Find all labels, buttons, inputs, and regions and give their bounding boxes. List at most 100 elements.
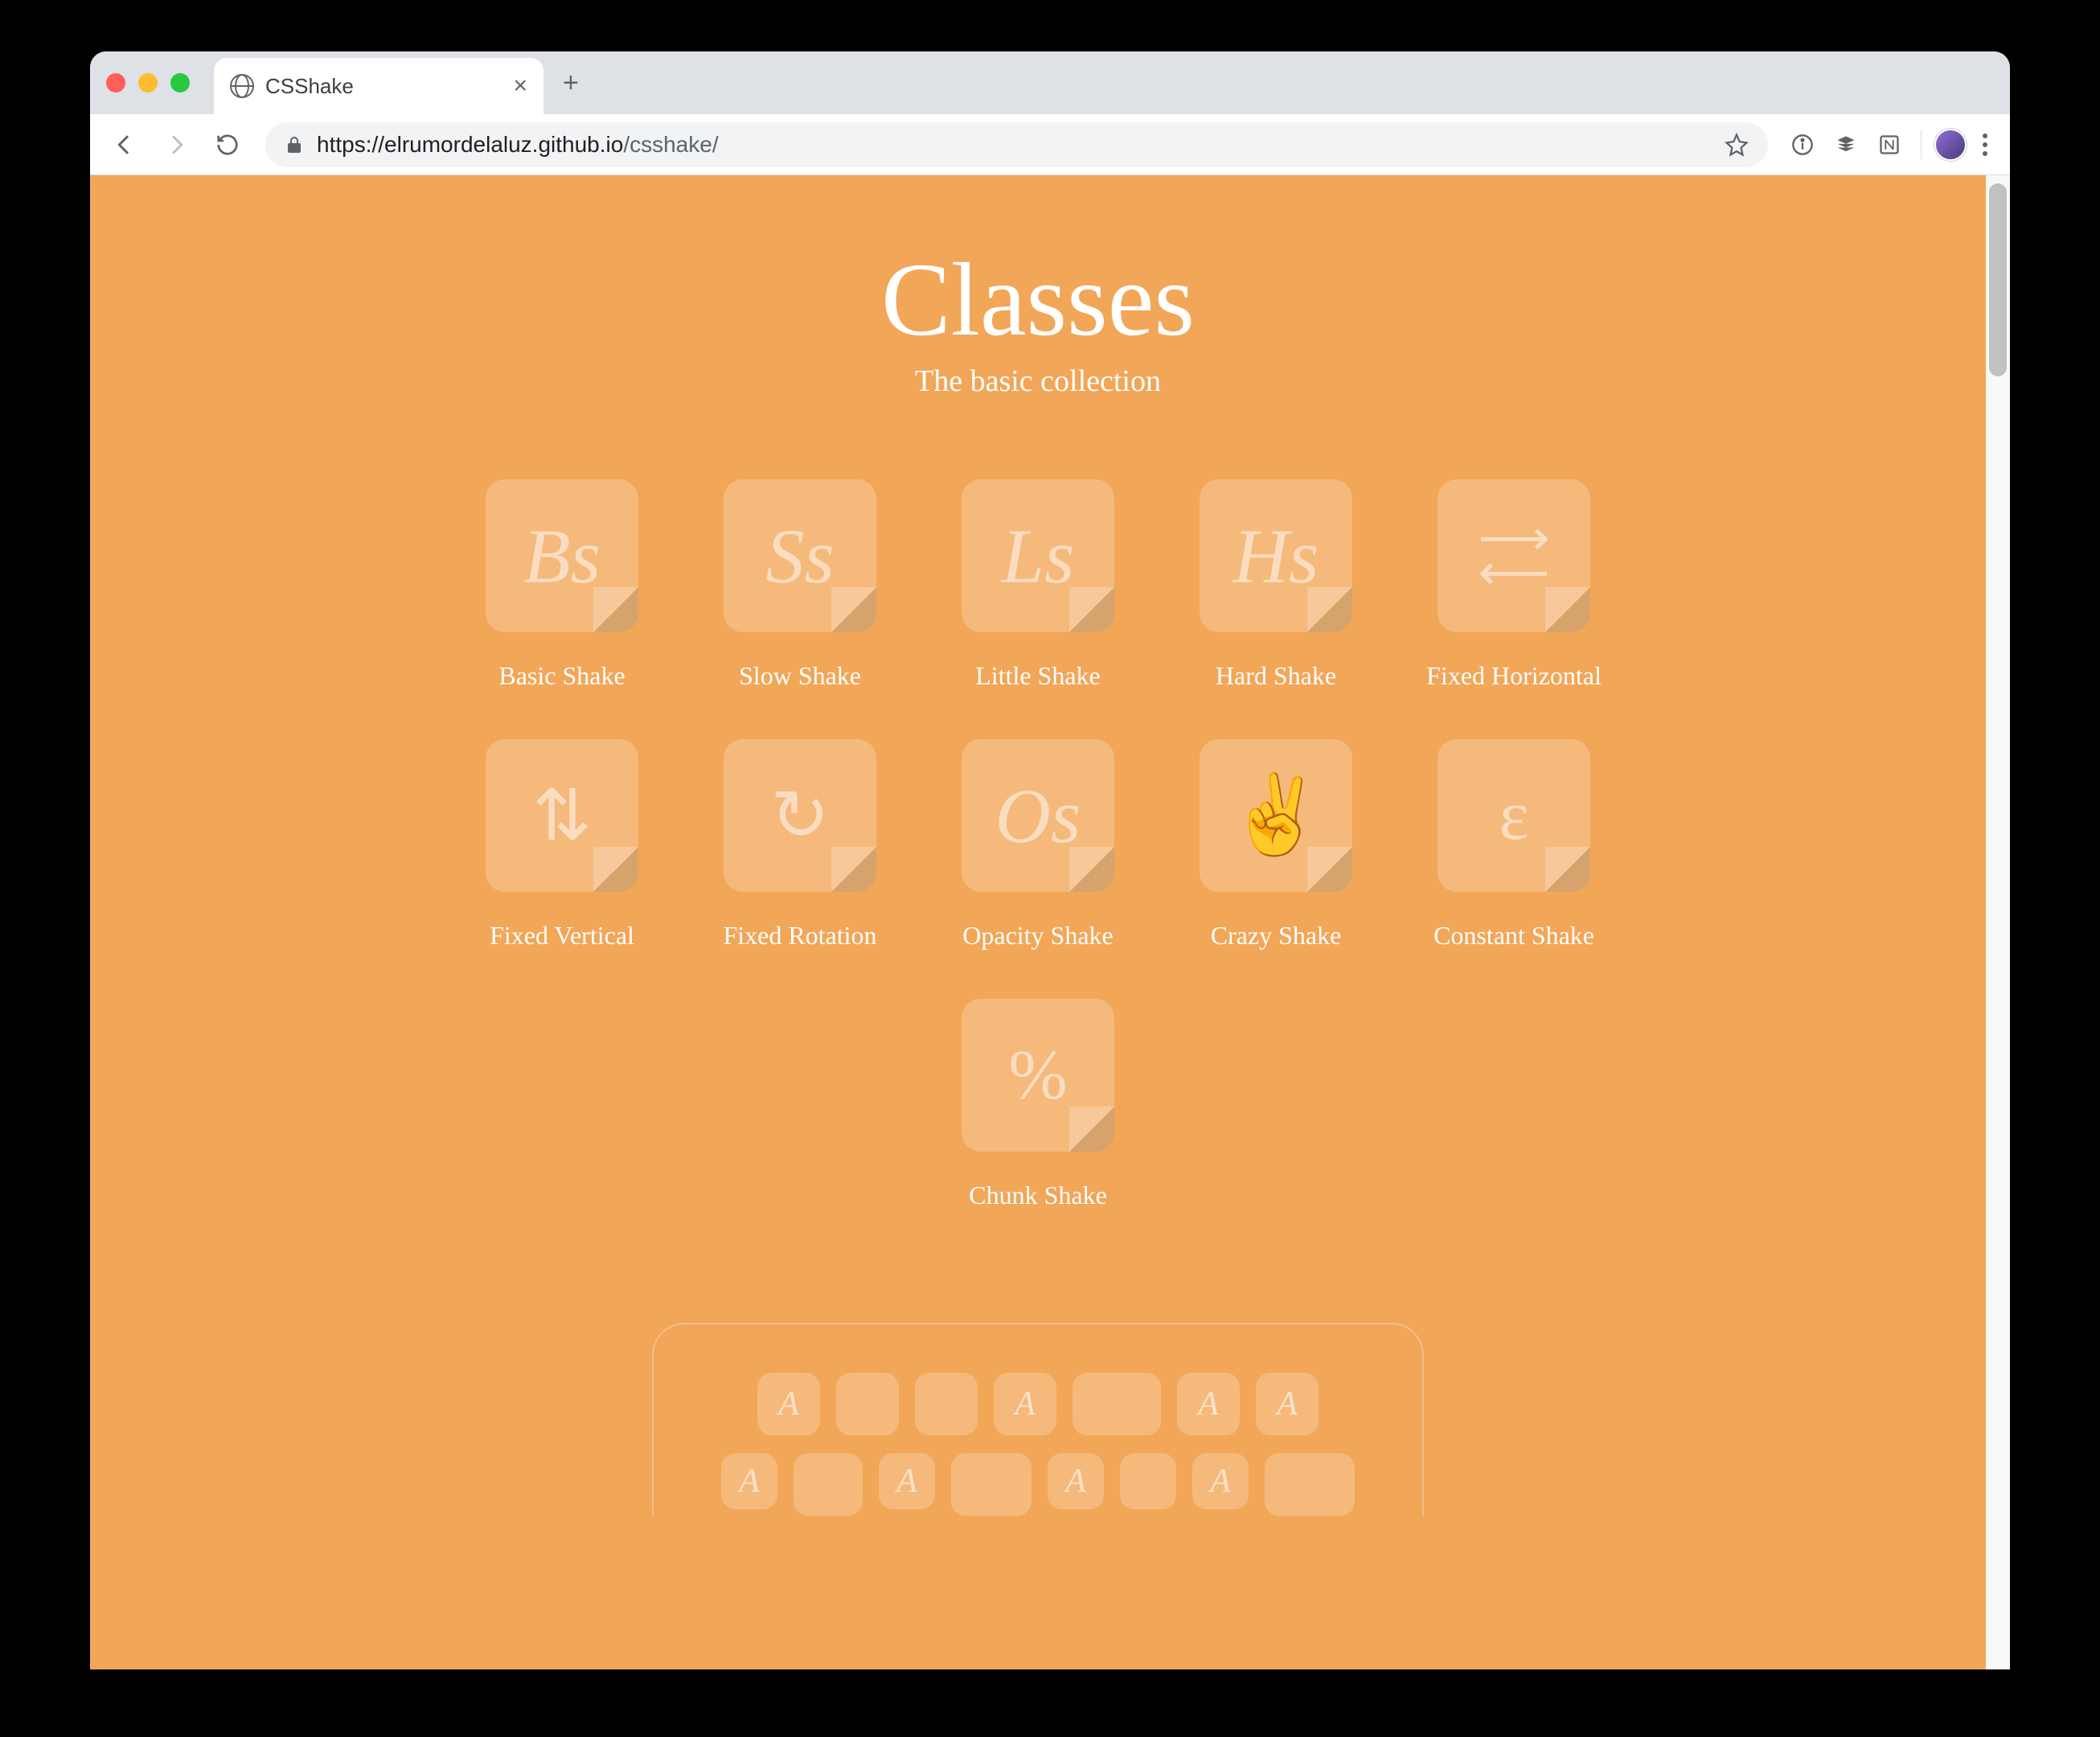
page-title: Classes: [90, 248, 1986, 352]
tile-glyph: ↻: [770, 774, 830, 857]
shake-card: ⇅ Fixed Vertical: [445, 739, 679, 951]
tile-fold-icon: [831, 847, 876, 892]
tile-fold-icon: [1069, 847, 1114, 892]
tile-fold-icon: [1069, 1107, 1114, 1152]
shake-card: ✌️ Crazy Shake: [1159, 739, 1392, 951]
arrow-right-icon: [163, 132, 189, 158]
keyboard-key[interactable]: A: [1192, 1453, 1249, 1509]
keyboard-key[interactable]: A: [994, 1373, 1056, 1435]
close-tab-icon[interactable]: ×: [513, 72, 527, 100]
toolbar-extensions: [1784, 126, 1997, 163]
shake-label: Fixed Rotation: [723, 921, 876, 951]
keyboard-key[interactable]: [1265, 1453, 1355, 1516]
keyboard-key[interactable]: [836, 1373, 899, 1435]
lock-icon: [285, 135, 304, 154]
shake-label: Hard Shake: [1216, 661, 1336, 691]
tile-fold-icon: [593, 587, 638, 632]
keyboard-key[interactable]: [951, 1453, 1032, 1516]
shake-label: Fixed Vertical: [490, 921, 634, 951]
shake-label: Constant Shake: [1433, 921, 1594, 951]
keyboard-key[interactable]: [1120, 1453, 1176, 1509]
minimize-window-button[interactable]: [138, 73, 158, 92]
shake-card: Ss Slow Shake: [683, 479, 917, 691]
shake-card: ↻ Fixed Rotation: [683, 739, 917, 951]
keyboard-key[interactable]: A: [757, 1373, 820, 1435]
tile-glyph: Hs: [1233, 511, 1319, 601]
shake-tile[interactable]: Os: [962, 739, 1114, 892]
shake-tile[interactable]: ⟶⟵: [1438, 479, 1590, 632]
shake-tile[interactable]: ε: [1438, 739, 1590, 892]
keyboard-key[interactable]: [1073, 1373, 1161, 1435]
reload-button[interactable]: [206, 123, 249, 166]
tile-fold-icon: [1069, 587, 1114, 632]
tile-fold-icon: [831, 587, 876, 632]
arrow-left-icon: [112, 132, 137, 158]
browser-tab[interactable]: CSShake ×: [214, 58, 543, 114]
back-button[interactable]: [103, 123, 146, 166]
layers-icon: [1835, 133, 1857, 156]
tile-glyph: %: [1008, 1035, 1067, 1116]
keyboard-demo: AAAA AAAA: [652, 1323, 1424, 1516]
shake-card: % Chunk Shake: [921, 999, 1155, 1210]
tile-glyph: Ss: [765, 511, 834, 601]
tile-glyph: Ls: [1002, 511, 1075, 601]
shake-tile[interactable]: %: [962, 999, 1114, 1152]
tile-fold-icon: [593, 847, 638, 892]
new-tab-button[interactable]: +: [563, 68, 579, 99]
close-window-button[interactable]: [106, 73, 125, 92]
shake-tile[interactable]: Ss: [724, 479, 876, 632]
shake-tile[interactable]: Hs: [1200, 479, 1352, 632]
maximize-window-button[interactable]: [170, 73, 190, 92]
tile-glyph: Os: [995, 771, 1081, 860]
tile-fold-icon: [1307, 587, 1352, 632]
shake-tile[interactable]: ⇅: [486, 739, 638, 892]
shake-tile[interactable]: ↻: [724, 739, 876, 892]
content-area: Classes The basic collection Bs Basic Sha…: [90, 175, 2010, 1669]
address-bar[interactable]: https://elrumordelaluz.github.io/csshake…: [265, 122, 1768, 167]
toolbar-divider: [1921, 130, 1922, 159]
shake-tile[interactable]: ✌️: [1200, 739, 1352, 892]
globe-icon: [230, 74, 254, 98]
shake-grid: Bs Basic Shake Ss Slow Shake Ls Little Shake H…: [90, 479, 1986, 1210]
browser-window: CSShake × + https://elrumordelaluz.githu…: [90, 51, 2010, 1669]
buffer-extension-button[interactable]: [1827, 126, 1864, 163]
keyboard-key[interactable]: [915, 1373, 978, 1435]
keyboard-key[interactable]: A: [721, 1453, 777, 1509]
shake-card: Bs Basic Shake: [445, 479, 679, 691]
browser-menu-button[interactable]: [1973, 133, 1997, 156]
info-button[interactable]: [1784, 126, 1821, 163]
bookmark-star-icon[interactable]: [1725, 133, 1749, 157]
notion-icon: [1878, 133, 1901, 156]
shake-label: Opacity Shake: [962, 921, 1114, 951]
shake-label: Slow Shake: [739, 661, 861, 691]
keyboard-key[interactable]: A: [1177, 1373, 1240, 1435]
forward-button[interactable]: [154, 123, 198, 166]
shake-card: Hs Hard Shake: [1159, 479, 1392, 691]
scrollbar-thumb[interactable]: [1989, 183, 2007, 376]
window-controls: [106, 73, 190, 92]
tab-title: CSShake: [265, 74, 502, 99]
tile-fold-icon: [1545, 587, 1590, 632]
keyboard-row-1: AAAA: [702, 1373, 1374, 1435]
tile-glyph: ε: [1499, 775, 1529, 856]
reload-icon: [215, 133, 240, 157]
tile-fold-icon: [1545, 847, 1590, 892]
keyboard-key[interactable]: A: [1256, 1373, 1319, 1435]
keyboard-row-2: AAAA: [702, 1453, 1374, 1516]
shake-card: ε Constant Shake: [1397, 739, 1630, 951]
shake-tile[interactable]: Bs: [486, 479, 638, 632]
profile-avatar[interactable]: [1934, 129, 1967, 161]
shake-tile[interactable]: Ls: [962, 479, 1114, 632]
page-header: Classes The basic collection: [90, 248, 1986, 399]
shake-label: Little Shake: [975, 661, 1101, 691]
shake-label: Basic Shake: [498, 661, 625, 691]
scrollbar-track[interactable]: [1986, 175, 2010, 1669]
keyboard-key[interactable]: A: [879, 1453, 935, 1509]
browser-toolbar: https://elrumordelaluz.github.io/csshake…: [90, 114, 2010, 175]
notion-extension-button[interactable]: [1871, 126, 1908, 163]
shake-label: Chunk Shake: [969, 1181, 1107, 1210]
shake-label: Crazy Shake: [1211, 921, 1342, 951]
keyboard-key[interactable]: A: [1048, 1453, 1104, 1509]
tile-glyph: ⇅: [532, 774, 592, 857]
keyboard-key[interactable]: [794, 1453, 863, 1516]
